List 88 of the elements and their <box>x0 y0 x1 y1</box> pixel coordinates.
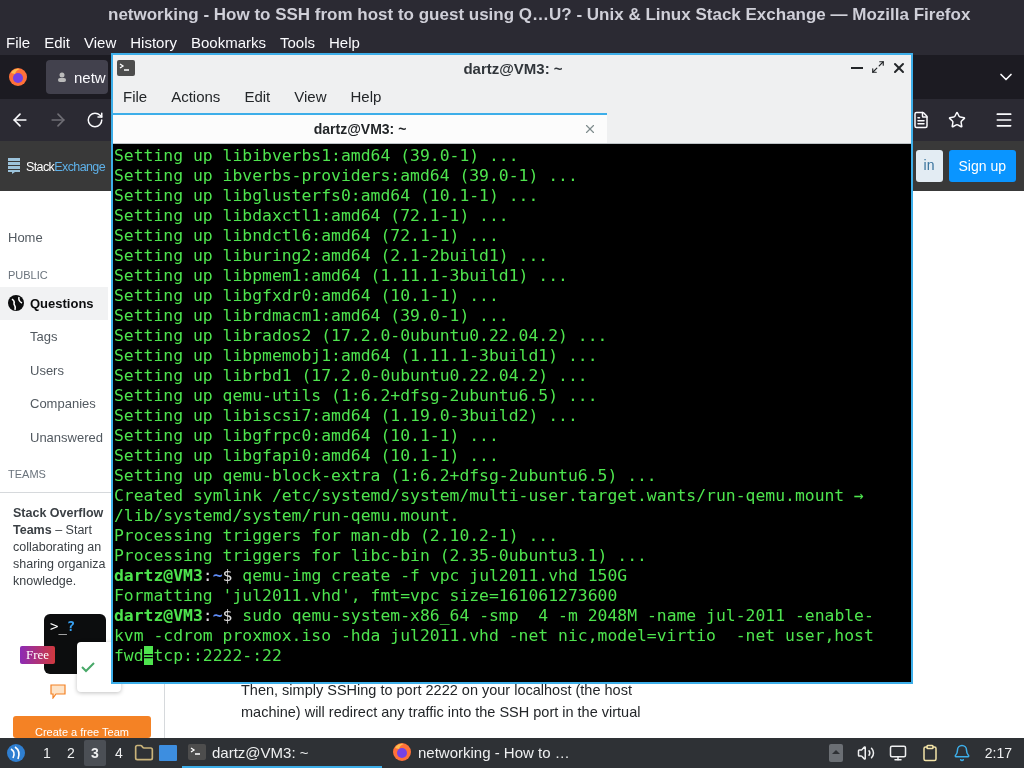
terminal-output-line: Processing triggers for man-db (2.10.2-1) ... <box>114 526 560 546</box>
terminal-output-line: /lib/systemd/system/run-qemu.mount. <box>114 506 461 526</box>
window-title: networking - How to SSH from host to guest using Q…U? - Unix & Linux Stack Exchange — Mozilla Firefox <box>0 0 1024 30</box>
terminal-output-line: Setting up libiscsi7:amd64 (1.19.0-3build2) ... <box>114 406 579 426</box>
terminal-output-line: Setting up libgfapi0:amd64 (10.1-1) ... <box>114 446 500 466</box>
window-title: dartz@VM3: ~ <box>462 59 564 77</box>
terminal-command-line: fwd=tcp::2222-:22 <box>114 646 283 666</box>
question-mark: ? <box>66 618 76 634</box>
terminal-output-line: Setting up librbd1 (17.2.0-0ubuntu0.22.04.2) ... <box>114 366 589 386</box>
terminal-output-line: Setting up qemu-utils (1:6.2+dfsg-2ubuntu6.5) ... <box>114 386 599 406</box>
terminal-command-line: dartz@VM3:~$ sudo qemu-system-x86_64 -smp 4 -m 2048M -name jul-2011 -enable- <box>114 606 875 626</box>
menu-item[interactable]: History <box>130 34 177 51</box>
menu-item[interactable]: Tools <box>280 34 315 51</box>
bookmark-star-icon[interactable] <box>948 111 966 129</box>
sidebar-item[interactable]: Home <box>0 221 108 255</box>
desktop-icon[interactable] <box>158 744 178 762</box>
answer-text: Then, simply SSHing to port 2222 on your localhost (the host machine) will redirect any traffic into the SSH port in the virtual <box>241 681 642 722</box>
menu-item[interactable]: Bookmarks <box>190 34 266 51</box>
firefox-icon <box>8 67 28 87</box>
terminal-output-line: Formatting 'jul2011.vhd', fmt=vpc size=161061273600 <box>114 586 619 606</box>
browser-tab[interactable]: netw <box>46 60 108 94</box>
menu-item[interactable]: Actions <box>171 87 221 105</box>
sidebar-item[interactable]: Tags <box>0 320 108 354</box>
menu-item[interactable]: View <box>84 34 117 51</box>
menu-item[interactable]: Help <box>329 34 360 51</box>
terminal-tab[interactable]: dartz@VM3: ~ <box>113 113 607 143</box>
terminal-output-line: Setting up qemu-block-extra (1:6.2+dfsg-2ubuntu6.5) ... <box>114 466 658 486</box>
folder-icon[interactable] <box>134 743 154 763</box>
free-badge: Free <box>20 646 56 664</box>
sidebar-heading: TEAMS <box>8 468 46 480</box>
clipboard-icon[interactable] <box>920 744 939 762</box>
login-button[interactable]: in <box>915 150 943 182</box>
reload-button[interactable] <box>86 111 104 129</box>
terminal-icon <box>188 744 206 760</box>
terminal-output-line: Setting up libglusterfs0:amd64 (10.1-1) ... <box>114 186 540 206</box>
terminal-command-line: dartz@VM3:~$ qemu-img create -f vpc jul2011.vhd 150G <box>114 566 629 586</box>
menu-item[interactable]: View <box>294 87 327 105</box>
terminal-output-line: Setting up librados2 (17.2.0-0ubuntu0.22.04.2) ... <box>114 326 609 346</box>
menu-icon[interactable] <box>994 110 1014 130</box>
site-icon <box>56 71 68 83</box>
sidebar-item[interactable]: Questions <box>0 286 108 320</box>
terminal-output-line: kvm -cdrom proxmox.iso -hda jul2011.vhd -net nic,model=virtio -net user,host <box>114 626 875 646</box>
terminal-icon <box>117 60 135 76</box>
terminal-output-line: Setting up ibverbs-providers:amd64 (39.0-1) ... <box>114 166 579 186</box>
start-menu-icon[interactable] <box>6 743 26 763</box>
speech-bubble-icon <box>50 684 66 699</box>
menu-item[interactable]: Edit <box>244 87 271 105</box>
check-icon <box>81 661 95 673</box>
menu-item[interactable]: Help <box>350 87 382 105</box>
terminal-output-line: Created symlink /etc/systemd/system/multi-user.target.wants/run-qemu.mount → <box>114 486 865 506</box>
reader-view-icon[interactable] <box>912 111 930 129</box>
clock[interactable]: 2:17 <box>984 745 1012 761</box>
volume-icon[interactable] <box>856 744 875 762</box>
terminal-output-line: Setting up libgfxdr0:amd64 (10.1-1) ... <box>114 286 500 306</box>
terminal-output-line: Setting up libdaxctl1:amd64 (72.1-1) ... <box>114 206 510 226</box>
firefox-icon <box>392 742 412 762</box>
close-icon[interactable] <box>583 122 597 136</box>
terminal-output-line: Setting up libgfrpc0:amd64 (10.1-1) ... <box>114 426 500 446</box>
workspace-button[interactable]: 2 <box>60 740 82 766</box>
tab-title: netw <box>74 68 106 86</box>
terminal-output-line: Setting up libibverbs1:amd64 (39.0-1) ... <box>114 146 520 166</box>
notification-icon[interactable] <box>952 744 971 762</box>
terminal-output-line: Processing triggers for libc-bin (2.35-0ubuntu3.1) ... <box>114 546 648 566</box>
terminal-output-line: Setting up liburing2:amd64 (2.1-2build1) ... <box>114 246 550 266</box>
terminal-output-line: Setting up librdmacm1:amd64 (39.0-1) ... <box>114 306 510 326</box>
sidebar-item[interactable]: Unanswered <box>0 420 108 454</box>
taskbar-task[interactable]: networking - How to … <box>386 738 586 768</box>
menu-item[interactable]: File <box>123 87 148 105</box>
menu-item[interactable]: Edit <box>44 34 71 51</box>
globe-icon <box>8 295 24 312</box>
terminal-output-line: Setting up libndctl6:amd64 (72.1-1) ... <box>114 226 500 246</box>
workspace-button[interactable]: 4 <box>108 740 130 766</box>
menu-item[interactable]: File <box>6 34 31 51</box>
close-button[interactable] <box>891 60 907 76</box>
workspace-button[interactable]: 1 <box>36 740 58 766</box>
sidebar-heading: PUBLIC <box>8 268 48 281</box>
site-logo[interactable]: StackExchange <box>26 157 106 175</box>
terminal-output-line: Setting up libpmemobj1:amd64 (1.11.1-3build1) ... <box>114 346 599 366</box>
prompt-glyph: >_ <box>50 618 67 634</box>
tray-expand-icon[interactable] <box>828 744 843 762</box>
teams-description: Stack Overflow Teams – Start collaborating an sharing organiza knowledge. <box>13 505 106 590</box>
sidebar-item[interactable]: Users <box>0 353 108 387</box>
terminal-output-line: Setting up libpmem1:amd64 (1.11.1-3build1) ... <box>114 266 569 286</box>
workspace-button[interactable]: 3 <box>84 740 106 766</box>
sidebar-item[interactable]: Companies <box>0 387 108 421</box>
taskbar-task[interactable]: dartz@VM3: ~ <box>182 738 382 768</box>
stack-exchange-icon <box>8 158 20 174</box>
maximize-button[interactable] <box>871 60 885 76</box>
